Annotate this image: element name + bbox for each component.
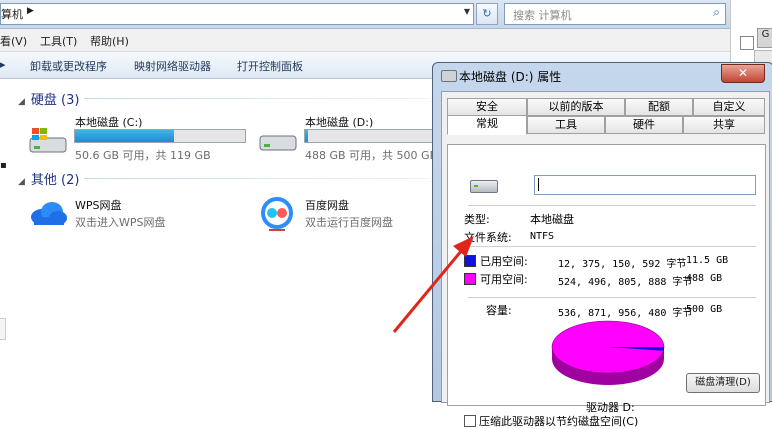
capacity-label: 容量: xyxy=(486,304,512,317)
drive-led xyxy=(474,185,478,187)
filesystem-value: NTFS xyxy=(530,231,555,242)
tab-security[interactable]: 安全 xyxy=(447,98,527,116)
divider xyxy=(468,297,756,298)
text-caret xyxy=(538,178,539,191)
drive-icon xyxy=(470,180,498,193)
search-icon[interactable]: ⌕ xyxy=(713,5,720,20)
drive-d-info: 488 GB 可用，共 500 GB xyxy=(305,149,438,162)
toolbar-separator-icon: ▸ xyxy=(0,58,6,71)
background-checkbox[interactable] xyxy=(740,36,754,50)
disk-cleanup-button[interactable]: 磁盘清理(D) xyxy=(686,373,760,393)
type-label: 类型: xyxy=(464,213,490,226)
address-bar[interactable]: 算机 ▶ ▼ xyxy=(0,3,474,25)
compress-drive-checkbox[interactable] xyxy=(464,415,476,427)
windows-drive-icon xyxy=(29,128,67,153)
drive-c-usage-fill xyxy=(75,130,174,142)
collapse-icon[interactable]: ◢ xyxy=(18,177,25,187)
disk-usage-pie xyxy=(551,320,665,385)
drive-c-item[interactable]: 本地磁盘 (C:) 50.6 GB 可用，共 119 GB xyxy=(28,116,248,164)
capacity-size: 500 GB xyxy=(686,304,723,315)
drive-icon xyxy=(441,70,457,82)
tab-previous-versions[interactable]: 以前的版本 xyxy=(527,98,625,116)
group-other-title: 其他 (2) xyxy=(30,173,80,188)
drive-d-item[interactable]: 本地磁盘 (D:) 488 GB 可用，共 500 GB xyxy=(258,116,476,164)
free-space-bytes: 524, 496, 805, 888 字节 xyxy=(558,277,693,288)
drive-c-name: 本地磁盘 (C:) xyxy=(75,116,143,129)
baidu-netdisk-desc: 双击运行百度网盘 xyxy=(305,216,393,229)
map-network-drive-button[interactable]: 映射网络驱动器 xyxy=(134,58,211,74)
wps-cloud-icon xyxy=(31,202,67,225)
open-control-panel-button[interactable]: 打开控制面板 xyxy=(237,58,303,74)
uninstall-program-button[interactable]: 卸载或更改程序 xyxy=(30,58,107,74)
group-hard-disks[interactable]: ◢ 硬盘 (3) xyxy=(18,89,79,108)
dialog-body: 安全 以前的版本 配额 自定义 常规 工具 硬件 共享 类型: 本地磁盘 文件系… xyxy=(441,91,770,428)
compress-drive-label: 压缩此驱动器以节约磁盘空间(C) xyxy=(479,415,639,428)
refresh-button[interactable]: ↻ xyxy=(476,3,498,25)
menu-view[interactable]: 看(V) xyxy=(0,33,27,49)
group-hard-disks-title: 硬盘 (3) xyxy=(30,93,80,108)
properties-dialog: 本地磁盘 (D:) 属性 ✕ 安全 以前的版本 配额 自定义 常规 工具 硬件 … xyxy=(432,62,772,428)
tab-sharing[interactable]: 共享 xyxy=(683,116,765,134)
collapse-icon[interactable]: ◢ xyxy=(18,97,25,107)
drive-icon xyxy=(259,135,297,151)
filesystem-label: 文件系统: xyxy=(464,231,512,244)
drive-d-usage-fill xyxy=(305,130,308,142)
volume-name-input[interactable] xyxy=(534,175,756,195)
menu-bar: 看(V) 工具(T) 帮助(H) xyxy=(0,29,730,52)
free-space-size: 488 GB xyxy=(686,273,723,284)
tab-customize[interactable]: 自定义 xyxy=(693,98,765,116)
used-space-bytes: 12, 375, 150, 592 字节 xyxy=(558,259,687,270)
baidu-netdisk-name: 百度网盘 xyxy=(305,199,349,212)
dialog-title: 本地磁盘 (D:) 属性 xyxy=(459,70,562,84)
close-button[interactable]: ✕ xyxy=(721,64,765,83)
wps-cloud-item[interactable]: WPS网盘 双击进入WPS网盘 xyxy=(28,196,228,236)
used-space-swatch xyxy=(464,255,476,267)
group-other[interactable]: ◢ 其他 (2) xyxy=(18,169,79,188)
search-box[interactable]: 搜索 计算机 ⌕ xyxy=(504,3,726,25)
used-space-label: 已用空间: xyxy=(480,255,528,268)
tab-general[interactable]: 常规 xyxy=(447,115,527,135)
drive-c-usage-bar xyxy=(74,129,246,143)
drive-d-name: 本地磁盘 (D:) xyxy=(305,116,374,129)
group-divider xyxy=(84,178,430,179)
nav-pane-marker: ▪ xyxy=(0,160,7,171)
type-value: 本地磁盘 xyxy=(530,213,574,226)
group-divider xyxy=(84,98,430,99)
divider xyxy=(468,205,756,206)
nav-pane-scroll[interactable] xyxy=(0,318,6,340)
divider xyxy=(468,246,756,247)
tab-tools[interactable]: 工具 xyxy=(527,116,605,134)
drive-c-info: 50.6 GB 可用，共 119 GB xyxy=(75,149,211,162)
tab-quota[interactable]: 配额 xyxy=(625,98,693,116)
address-dropdown-icon[interactable]: ▼ xyxy=(464,7,470,16)
wps-cloud-name: WPS网盘 xyxy=(75,199,122,212)
wps-cloud-desc: 双击进入WPS网盘 xyxy=(75,216,166,229)
baidu-netdisk-item[interactable]: 百度网盘 双击运行百度网盘 xyxy=(258,196,438,236)
general-tab-panel: 类型: 本地磁盘 文件系统: NTFS 已用空间: 12, 375, 150, … xyxy=(447,144,766,428)
menu-tools[interactable]: 工具(T) xyxy=(40,33,77,49)
search-placeholder: 搜索 计算机 xyxy=(513,9,572,22)
address-text: 算机 xyxy=(1,8,23,21)
free-space-label: 可用空间: xyxy=(480,273,528,286)
background-button[interactable]: G xyxy=(757,28,772,48)
breadcrumb-arrow-icon[interactable]: ▶ xyxy=(27,6,34,16)
menu-help[interactable]: 帮助(H) xyxy=(90,33,129,49)
free-space-swatch xyxy=(464,273,476,285)
tab-hardware[interactable]: 硬件 xyxy=(605,116,683,134)
baidu-netdisk-icon xyxy=(261,197,293,231)
used-space-size: 11.5 GB xyxy=(686,255,729,266)
